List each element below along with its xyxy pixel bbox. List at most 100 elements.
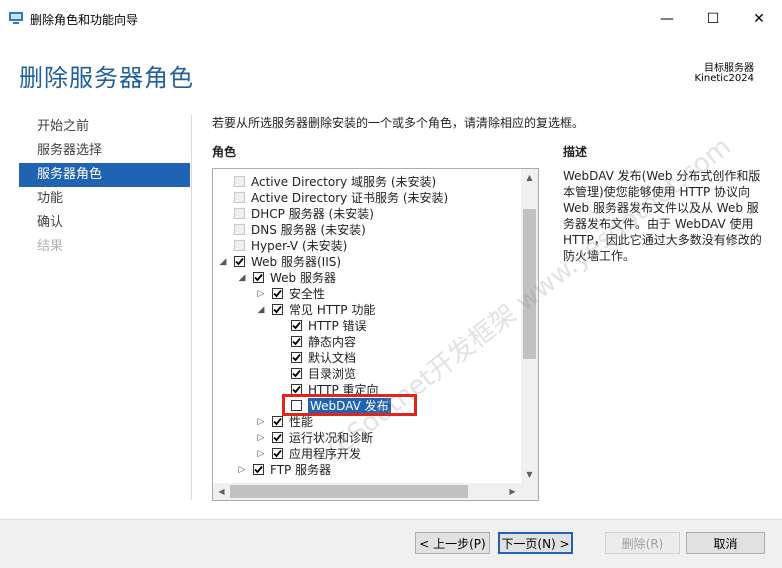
window-title: 删除角色和功能向导 [30, 13, 139, 27]
tree-row[interactable]: ◢ Web 服务器(IIS) [213, 254, 521, 270]
roles-tree[interactable]: Active Directory 域服务 (未安装) Active Directo… [212, 168, 539, 501]
horizontal-scrollbar[interactable]: ◀ ▶ [213, 483, 521, 500]
tree-row-label: Web 服务器 [270, 271, 336, 285]
check-icon [273, 433, 282, 442]
tree-row[interactable]: Hyper-V (未安装) [213, 238, 521, 254]
check-icon [235, 257, 244, 266]
horizontal-scroll-thumb[interactable] [230, 485, 468, 498]
nav-item-server-roles[interactable]: 服务器角色 [19, 163, 190, 187]
tree-row[interactable]: ▷ FTP 服务器 [213, 462, 521, 478]
checkbox-checked[interactable] [272, 416, 283, 427]
expander-icon[interactable]: ▷ [256, 446, 266, 462]
tree-row-label: 默认文档 [308, 351, 357, 365]
check-icon [292, 385, 301, 394]
expander-icon[interactable]: ◢ [237, 270, 247, 286]
tree-row-label: Active Directory 域服务 (未安装) [251, 175, 437, 189]
checkbox-checked[interactable] [291, 352, 302, 363]
nav-item-features[interactable]: 功能 [19, 187, 190, 211]
scroll-down-icon[interactable]: ▼ [521, 466, 538, 483]
wizard-nav: 开始之前 服务器选择 服务器角色 功能 确认 结果 [19, 115, 190, 259]
checkbox-checked[interactable] [253, 464, 264, 475]
cancel-button[interactable]: 取消 [686, 532, 765, 554]
checkbox-checked[interactable] [234, 256, 245, 267]
checkbox-checked[interactable] [291, 336, 302, 347]
check-icon [292, 369, 301, 378]
tree-row[interactable]: ▷ 安全性 [213, 286, 521, 302]
tree-row[interactable]: 静态内容 [213, 334, 521, 350]
minimize-button[interactable]: — [644, 0, 690, 38]
server-manager-icon [9, 12, 23, 24]
checkbox-unchecked [234, 176, 245, 187]
tree-row[interactable]: DNS 服务器 (未安装) [213, 222, 521, 238]
tree-row[interactable]: ▷ 运行状况和诊断 [213, 430, 521, 446]
tree-row[interactable]: Active Directory 证书服务 (未安装) [213, 190, 521, 206]
tree-row[interactable]: DHCP 服务器 (未安装) [213, 206, 521, 222]
scrollbar-corner [521, 483, 538, 500]
wizard-footer: < 上一步(P) 下一页(N) > 删除(R) 取消 [0, 519, 782, 568]
remove-button: 删除(R) [605, 532, 680, 554]
tree-row[interactable]: 目录浏览 [213, 366, 521, 382]
maximize-button[interactable]: ☐ [690, 0, 736, 38]
checkbox-checked[interactable] [291, 368, 302, 379]
scroll-right-icon[interactable]: ▶ [504, 483, 521, 500]
nav-item-server-selection[interactable]: 服务器选择 [19, 139, 190, 163]
tree-row[interactable]: ◢ Web 服务器 [213, 270, 521, 286]
expander-icon[interactable]: ▷ [237, 462, 247, 478]
checkbox-unchecked [234, 208, 245, 219]
tree-row[interactable]: HTTP 错误 [213, 318, 521, 334]
checkbox-checked[interactable] [272, 288, 283, 299]
check-icon [292, 337, 301, 346]
checkbox-unchecked [234, 224, 245, 235]
checkbox-checked[interactable] [272, 304, 283, 315]
tree-row-label: DNS 服务器 (未安装) [251, 223, 366, 237]
tree-row-label: 静态内容 [308, 335, 357, 349]
nav-item-confirmation[interactable]: 确认 [19, 211, 190, 235]
checkbox-checked[interactable] [272, 448, 283, 459]
scroll-left-icon[interactable]: ◀ [213, 483, 230, 500]
scroll-up-icon[interactable]: ▲ [521, 169, 538, 186]
expander-icon[interactable]: ▷ [256, 414, 266, 430]
tree-row[interactable]: ▷ 性能 [213, 414, 521, 430]
expander-icon[interactable]: ◢ [256, 302, 266, 318]
tree-row[interactable]: ◢ 常见 HTTP 功能 [213, 302, 521, 318]
check-icon [273, 449, 282, 458]
previous-button[interactable]: < 上一步(P) [415, 532, 490, 554]
highlight-box [282, 394, 417, 416]
destination-server-value: Kinetic2024 [694, 73, 754, 84]
roles-header: 角色 [212, 145, 237, 159]
tree-row-label: Web 服务器(IIS) [251, 255, 342, 269]
nav-item-before-you-begin[interactable]: 开始之前 [19, 115, 190, 139]
tree-row[interactable]: Active Directory 域服务 (未安装) [213, 174, 521, 190]
tree-row-label: 应用程序开发 [289, 447, 362, 461]
check-icon [292, 353, 301, 362]
close-button[interactable]: ✕ [736, 0, 782, 38]
tree-row[interactable]: ▷ 应用程序开发 [213, 446, 521, 462]
check-icon [254, 273, 263, 282]
checkbox-unchecked [234, 240, 245, 251]
instruction-text: 若要从所选服务器删除安装的一个或多个角色，请清除相应的复选框。 [212, 116, 585, 130]
expander-icon[interactable]: ◢ [218, 254, 228, 270]
tree-row[interactable]: 默认文档 [213, 350, 521, 366]
page-title: 删除服务器角色 [19, 64, 194, 92]
tree-row-label: 性能 [289, 415, 314, 429]
check-icon [273, 305, 282, 314]
description-header: 描述 [563, 145, 588, 159]
expander-icon[interactable]: ▷ [256, 286, 266, 302]
next-button[interactable]: 下一页(N) > [498, 532, 573, 554]
expander-icon[interactable]: ▷ [256, 430, 266, 446]
checkbox-checked[interactable] [272, 432, 283, 443]
tree-row-label: 安全性 [289, 287, 326, 301]
destination-server-label: 目标服务器 [704, 63, 754, 74]
check-icon [254, 465, 263, 474]
vertical-scrollbar[interactable]: ▲ ▼ [521, 169, 538, 483]
tree-row-label: 运行状况和诊断 [289, 431, 374, 445]
check-icon [273, 417, 282, 426]
vertical-scroll-thumb[interactable] [523, 209, 536, 359]
title-bar: 删除角色和功能向导 — ☐ ✕ [0, 0, 782, 38]
tree-row-label: 目录浏览 [308, 367, 357, 381]
tree-row-label: Hyper-V (未安装) [251, 239, 348, 253]
checkbox-unchecked [234, 192, 245, 203]
checkbox-checked[interactable] [253, 272, 264, 283]
checkbox-checked[interactable] [291, 320, 302, 331]
nav-item-results: 结果 [37, 239, 64, 254]
